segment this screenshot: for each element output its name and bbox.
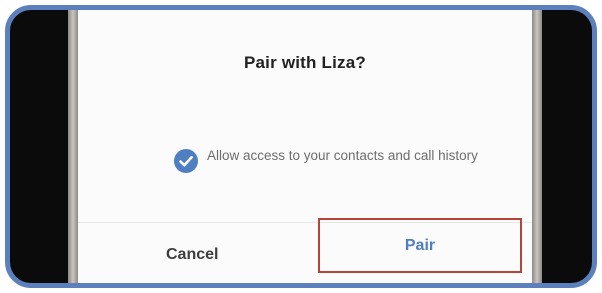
contacts-permission-checkbox[interactable]: Allow access to your contacts and call h… (174, 147, 494, 189)
screen-bezel-right (532, 10, 542, 283)
permission-label: Allow access to your contacts and call h… (207, 148, 478, 163)
screen-bezel-left (68, 10, 78, 283)
dialog-title: Pair with Liza? (243, 53, 367, 72)
check-circle-icon[interactable] (174, 149, 198, 173)
cancel-button[interactable]: Cancel (166, 246, 218, 264)
pairing-dialog: Pair with Liza? Allow access to your con… (78, 10, 532, 283)
pair-button[interactable]: Pair (318, 218, 522, 273)
screenshot-frame: Pair with Liza? Allow access to your con… (5, 5, 597, 288)
